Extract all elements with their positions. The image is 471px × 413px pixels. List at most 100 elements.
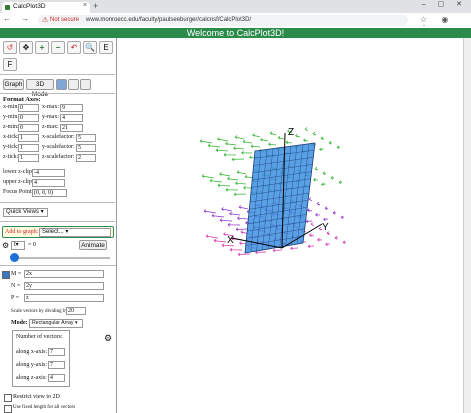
vector-arrow: [285, 140, 289, 143]
quick-views-label: Quick Views: [6, 209, 39, 215]
split-view-icon[interactable]: [80, 79, 91, 90]
axis-input[interactable]: 0: [18, 104, 39, 112]
rotate-icon[interactable]: ↶: [67, 41, 81, 54]
vector-arrow: [269, 131, 273, 134]
tab-title: CalcPlot3D: [13, 3, 46, 10]
fixed-length-checkbox[interactable]: [4, 405, 12, 413]
settings-gear-icon[interactable]: ⚙: [2, 241, 9, 250]
p-label: P =: [11, 295, 19, 301]
vector-arrow: [316, 201, 320, 204]
vector-arrow: [310, 222, 314, 225]
table-view-icon[interactable]: [68, 79, 79, 90]
warning-icon[interactable]: ⚠: [42, 16, 48, 24]
number-of-vectors-label: Number of vectors:: [16, 334, 63, 340]
upper-z-clip-input[interactable]: 4: [32, 179, 65, 187]
vector-arrow: [320, 136, 324, 139]
not-secure-label[interactable]: Not secure: [50, 17, 79, 23]
vector-arrow: [225, 141, 228, 144]
vector-arrow: [322, 171, 326, 174]
animate-slider-track[interactable]: [14, 257, 110, 259]
vector-arrow: [242, 139, 246, 142]
new-tab-button[interactable]: +: [93, 1, 98, 11]
axis-input[interactable]: 2: [76, 154, 96, 162]
axis-input[interactable]: 1: [18, 134, 39, 142]
export-e-button[interactable]: E: [99, 41, 113, 54]
p-input[interactable]: z: [24, 294, 104, 302]
vector-arrow: [215, 149, 229, 152]
n-input[interactable]: 2y: [24, 282, 104, 290]
pan-icon[interactable]: ✥: [19, 41, 33, 54]
vector-arrow: [201, 174, 205, 177]
vector-arrow: [277, 135, 281, 138]
tab-close-icon[interactable]: ×: [83, 2, 87, 9]
axis-label: x-max:: [42, 104, 59, 110]
settings-gear-icon[interactable]: ⚙: [104, 333, 112, 344]
vector-arrow: [340, 217, 344, 220]
m-input[interactable]: 2x: [24, 270, 104, 278]
format-f-button[interactable]: F: [3, 58, 17, 71]
magnify-icon[interactable]: 🔍: [83, 41, 97, 54]
vector-arrow: [233, 147, 245, 150]
grid-view-icon[interactable]: [56, 79, 67, 90]
add-to-graph-select[interactable]: Select... ▾: [39, 228, 111, 237]
vector-arrow: [236, 170, 240, 173]
page-title: Welcome to CalcPlot3D!: [186, 28, 285, 38]
vector-arrow: [235, 182, 247, 185]
number-of-vectors-box: Number of vectors: along x-axis: 7 along…: [12, 330, 70, 387]
animate-var-select[interactable]: t▾: [11, 241, 25, 250]
vector-arrow: [217, 137, 220, 140]
axis-label: z-scalefactor:: [42, 154, 75, 160]
n-label: N =: [11, 283, 21, 289]
lower-z-clip-input[interactable]: -4: [32, 169, 65, 177]
mode-select[interactable]: Rectangular Array ▾: [29, 319, 83, 328]
quick-views-select[interactable]: Quick Views ▾: [3, 208, 48, 217]
restrict-2d-checkbox[interactable]: [4, 394, 12, 402]
focus-point-input[interactable]: (0, 0, 0): [32, 189, 67, 197]
window-controls[interactable]: – ▢ ✕: [422, 0, 467, 8]
axis-input[interactable]: 0: [18, 114, 39, 122]
3d-plot-canvas[interactable]: Z Y X: [117, 38, 463, 413]
graph-button[interactable]: Graph: [3, 79, 24, 90]
axis-label: y-min:: [3, 114, 19, 120]
zoom-in-icon[interactable]: +: [35, 41, 49, 54]
focus-point-label: Focus Point:: [3, 189, 34, 195]
axis-label: z-min:: [3, 124, 19, 130]
y-count-input[interactable]: 7: [48, 361, 65, 369]
x-count-input[interactable]: 7: [48, 348, 65, 356]
scale-input[interactable]: 20: [66, 307, 86, 315]
vector-arrow: [238, 205, 242, 208]
axis-label: y-max:: [42, 114, 59, 120]
format-axes-heading: Format Axes:: [3, 96, 41, 103]
z-count-input[interactable]: 4: [48, 374, 65, 382]
axis-input[interactable]: 0: [18, 124, 39, 132]
axis-input[interactable]: 1: [18, 154, 39, 162]
scale-label: Scale vectors by dividing by:: [11, 309, 70, 314]
enable-checkbox[interactable]: [2, 271, 10, 279]
axis-input[interactable]: 9: [60, 104, 83, 112]
axis-label: x-tick:: [3, 134, 19, 140]
vector-arrow: [244, 174, 248, 177]
vector-arrow: [223, 232, 226, 235]
x-count-label: along x-axis:: [16, 349, 48, 355]
axis-input[interactable]: 1: [18, 144, 39, 152]
vector-arrow: [234, 135, 238, 138]
url-text[interactable]: www.monroecc.edu/faculty/paulseeburger/c…: [86, 17, 251, 23]
animate-slider-handle[interactable]: [10, 253, 19, 262]
vector-arrow: [219, 172, 222, 175]
axis-input[interactable]: 5: [76, 144, 96, 152]
axis-input[interactable]: 4: [60, 114, 83, 122]
axis-input[interactable]: 5: [76, 134, 96, 142]
vector-arrow: [336, 147, 340, 150]
zoom-out-icon[interactable]: −: [51, 41, 65, 54]
vector-arrow: [199, 139, 203, 142]
divider: [0, 93, 115, 94]
axis-label: x-min:: [3, 104, 19, 110]
upper-z-clip-label: upper z-clip:: [3, 179, 34, 185]
animate-button[interactable]: Animate: [79, 240, 107, 250]
browser-tab[interactable]: CalcPlot3D ×: [2, 2, 90, 13]
reset-view-icon[interactable]: ↺: [3, 41, 17, 54]
z-axis-label: Z: [288, 127, 294, 138]
scrollbar[interactable]: [463, 38, 471, 413]
3d-mode-button[interactable]: 3D Mode: [26, 79, 54, 98]
axis-input[interactable]: 21: [60, 124, 83, 132]
